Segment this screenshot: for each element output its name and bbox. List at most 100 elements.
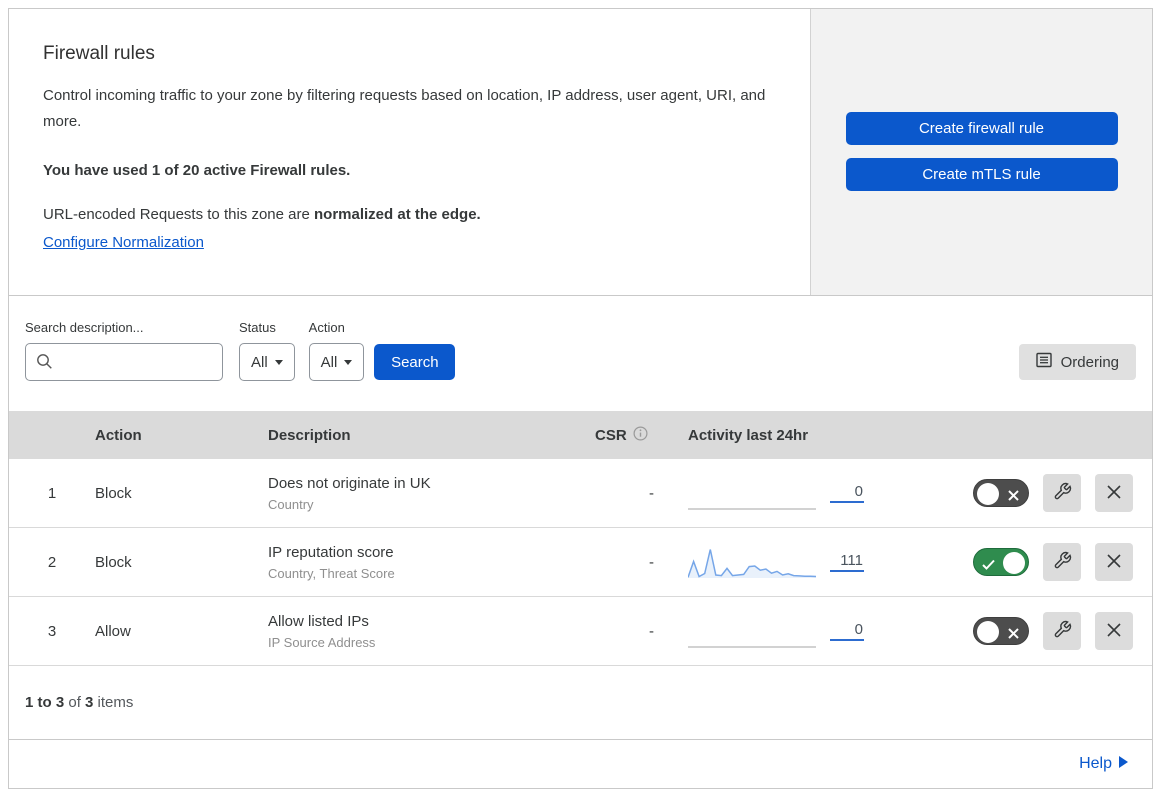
status-select[interactable]: All: [239, 343, 295, 381]
pagination-summary: 1 to 3 of 3 items: [9, 666, 1152, 740]
items-text: items: [93, 694, 134, 711]
wrench-icon: [1053, 551, 1072, 573]
intro-section: Firewall rules Control incoming traffic …: [9, 9, 1152, 296]
chevron-down-icon: [274, 359, 283, 365]
firewall-rules-card: Firewall rules Control incoming traffic …: [8, 8, 1153, 789]
close-icon: [1106, 484, 1122, 503]
edit-rule-button[interactable]: [1043, 543, 1081, 581]
rule-priority: 2: [47, 553, 57, 571]
enable-toggle[interactable]: [973, 479, 1029, 507]
rule-fields: Country: [268, 496, 314, 512]
column-description: Description: [268, 426, 351, 444]
column-action: Action: [95, 426, 142, 444]
rule-csr: -: [649, 622, 654, 640]
rule-description-cell: Allow listed IPs IP Source Address: [268, 613, 568, 650]
normalization-bold: normalized at the edge.: [314, 206, 481, 223]
normalization-prefix: URL-encoded Requests to this zone are: [43, 206, 314, 223]
activity-sparkline: [688, 549, 816, 578]
chevron-down-icon: [344, 359, 353, 365]
list-document-icon: [1035, 352, 1052, 372]
search-label: Search description...: [25, 320, 144, 335]
usage-note: You have used 1 of 20 active Firewall ru…: [43, 162, 351, 179]
activity-count-link[interactable]: 0: [830, 621, 864, 641]
rule-description-cell: Does not originate in UK Country: [268, 475, 568, 512]
delete-rule-button[interactable]: [1095, 474, 1133, 512]
table-row: 2 Block IP reputation score Country, Thr…: [9, 528, 1152, 597]
toggle-knob: [977, 621, 999, 643]
edit-rule-button[interactable]: [1043, 474, 1081, 512]
rule-title: Allow listed IPs: [268, 612, 369, 630]
column-activity: Activity last 24hr: [688, 426, 809, 444]
rule-title: Does not originate in UK: [268, 474, 431, 492]
create-mtls-rule-button[interactable]: Create mTLS rule: [845, 158, 1118, 191]
close-icon: [1106, 553, 1122, 572]
actions-panel: Create firewall rule Create mTLS rule: [811, 9, 1152, 295]
rule-action: Allow: [95, 622, 131, 640]
rule-action: Block: [95, 484, 132, 502]
activity-sparkline: [688, 646, 816, 648]
rule-activity-cell: 111: [678, 544, 973, 580]
page-title: Firewall rules: [43, 43, 155, 64]
rule-fields: Country, Threat Score: [268, 565, 395, 581]
ordering-button-label: Ordering: [1060, 353, 1119, 371]
rule-csr: -: [649, 553, 654, 571]
status-filter-group: Status All: [239, 320, 295, 381]
configure-normalization-link[interactable]: Configure Normalization: [43, 230, 204, 256]
help-section: Help: [9, 740, 1152, 788]
activity-count-link[interactable]: 0: [830, 483, 864, 503]
delete-rule-button[interactable]: [1095, 612, 1133, 650]
wrench-icon: [1053, 620, 1072, 642]
rule-priority: 3: [47, 622, 57, 640]
toggle-x-icon: [1008, 488, 1019, 505]
info-icon[interactable]: [633, 425, 648, 445]
delete-rule-button[interactable]: [1095, 543, 1133, 581]
action-selected-value: All: [320, 353, 338, 371]
toggle-check-icon: [982, 557, 995, 574]
rule-csr: -: [649, 484, 654, 502]
rule-controls: [973, 543, 1152, 581]
close-icon: [1106, 622, 1122, 641]
page-description: Control incoming traffic to your zone by…: [43, 87, 766, 130]
of-text: of: [64, 694, 86, 711]
rule-priority: 1: [47, 484, 57, 502]
status-selected-value: All: [251, 353, 268, 371]
table-header: Action Description CSR Activity last 24h…: [9, 411, 1152, 459]
rule-controls: [973, 612, 1152, 650]
rule-controls: [973, 474, 1152, 512]
intro-text-panel: Firewall rules Control incoming traffic …: [9, 9, 811, 295]
edit-rule-button[interactable]: [1043, 612, 1081, 650]
help-label: Help: [1079, 755, 1112, 772]
search-group: Search description...: [25, 320, 223, 381]
action-filter-group: Action All: [308, 320, 365, 381]
normalization-note: URL-encoded Requests to this zone are no…: [43, 202, 766, 256]
table-row: 3 Allow Allow listed IPs IP Source Addre…: [9, 597, 1152, 666]
rule-action: Block: [95, 553, 132, 571]
rule-activity-cell: 0: [678, 475, 973, 511]
enable-toggle[interactable]: [973, 617, 1029, 645]
activity-count-link[interactable]: 111: [830, 552, 864, 572]
toggle-knob: [977, 483, 999, 505]
activity-sparkline: [688, 508, 816, 510]
search-icon: [36, 353, 53, 375]
rule-description-cell: IP reputation score Country, Threat Scor…: [268, 544, 568, 581]
column-csr: CSR: [568, 425, 678, 445]
ordering-button[interactable]: Ordering: [1018, 344, 1136, 380]
table-row: 1 Block Does not originate in UK Country…: [9, 459, 1152, 528]
search-button[interactable]: Search: [374, 344, 456, 380]
action-select[interactable]: All: [308, 343, 365, 381]
wrench-icon: [1053, 482, 1072, 504]
toggle-x-icon: [1008, 626, 1019, 643]
search-input[interactable]: [25, 343, 223, 381]
range-text: 1 to 3: [25, 694, 65, 711]
rule-title: IP reputation score: [268, 543, 394, 561]
csr-header-label: CSR: [595, 426, 627, 444]
arrow-right-icon: [1119, 755, 1128, 773]
toggle-knob: [1003, 552, 1025, 574]
help-link[interactable]: Help: [1079, 755, 1128, 773]
enable-toggle[interactable]: [973, 548, 1029, 576]
filter-bar: Search description... Status All Action …: [9, 296, 1152, 411]
status-label: Status: [239, 320, 276, 335]
create-firewall-rule-button[interactable]: Create firewall rule: [845, 112, 1118, 145]
action-label: Action: [308, 320, 345, 335]
rule-fields: IP Source Address: [268, 634, 376, 650]
